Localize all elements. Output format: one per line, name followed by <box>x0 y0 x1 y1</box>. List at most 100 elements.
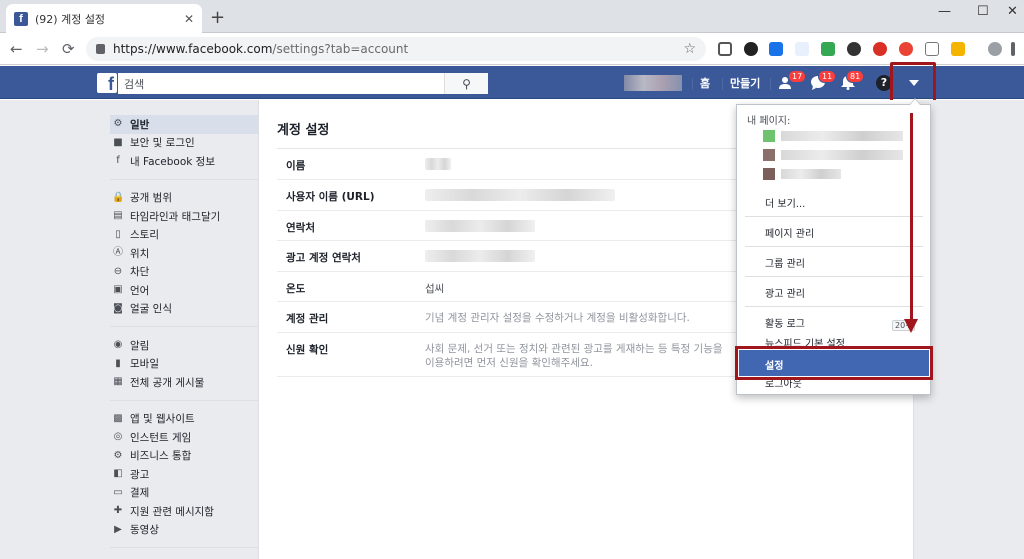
menu-item-settings-label: 설정 <box>765 361 784 372</box>
image-extension-icon[interactable] <box>951 42 965 56</box>
close-window-button[interactable]: ✕ <box>1007 4 1018 19</box>
videos-icon: ▶ <box>114 523 122 535</box>
sidebar-item-payments[interactable]: ▭ 결제 <box>110 484 258 503</box>
notifications-badge: 81 <box>846 70 865 83</box>
pocket-extension-icon[interactable] <box>718 42 732 56</box>
download-extension-icon[interactable] <box>744 42 758 56</box>
create-link[interactable]: 만들기 <box>730 75 760 91</box>
sidebar-item-privacy[interactable]: 🔒 공개 범위 <box>110 189 258 208</box>
setting-row-contact[interactable]: 연락처 <box>277 211 737 241</box>
annotation-arrow-head <box>904 319 918 333</box>
mobile-icon: ▮ <box>115 357 121 369</box>
profile-link[interactable] <box>624 75 682 91</box>
sidebar-item-public-posts[interactable]: ▦ 전체 공개 게시물 <box>110 373 258 392</box>
compass-extension-icon[interactable] <box>899 42 913 56</box>
sidebar-item-label: 일반 <box>130 118 150 131</box>
sidebar-item-label: 내 Facebook 정보 <box>130 155 215 168</box>
sidebar-item-label: 위치 <box>130 247 150 260</box>
sidebar-item-stories[interactable]: ▯ 스토리 <box>110 226 258 245</box>
setting-row-identity-confirmation[interactable]: 신원 확인 사회 문제, 선거 또는 정치와 관련된 광고를 게재하는 등 특정… <box>277 333 737 377</box>
page-link[interactable] <box>763 128 903 143</box>
home-link[interactable]: 홈 <box>700 75 710 91</box>
forward-button[interactable]: → <box>36 40 49 58</box>
sidebar-item-blocking[interactable]: ⊖ 차단 <box>110 263 258 282</box>
menu-divider <box>745 246 923 247</box>
sidebar-group: 🔒 공개 범위 ▤ 타임라인과 태그달기 ▯ 스토리 Ⓐ 위치 ⊖ 차단 ▣ 언어 ◙ 얼굴 인식 <box>110 189 258 327</box>
sidebar-item-mobile[interactable]: ▮ 모바일 <box>110 355 258 374</box>
business-integrations-icon: ⚙ <box>113 449 123 461</box>
sidebar-item-security[interactable]: ■ 보안 및 로그인 <box>110 134 258 153</box>
your-info-icon: f <box>116 155 120 167</box>
sidebar-item-instant-games[interactable]: ◎ 인스턴트 게임 <box>110 428 258 447</box>
row-label: 계정 관리 <box>286 313 329 325</box>
sidebar-item-label: 비즈니스 통합 <box>130 450 192 463</box>
see-more-pages-link[interactable]: 더 보기... <box>765 195 805 210</box>
translate-extension-icon[interactable] <box>795 42 809 56</box>
row-label: 사용자 이름 (URL) <box>286 191 375 203</box>
url-field[interactable]: https://www.facebook.com/settings?tab=ac… <box>86 37 706 61</box>
menu-pointer <box>910 99 920 105</box>
page-link[interactable] <box>763 147 903 162</box>
block-extension-icon[interactable] <box>873 42 887 56</box>
row-value-redacted <box>425 250 535 265</box>
row-value-redacted <box>425 158 451 173</box>
sidebar-item-face-recognition[interactable]: ◙ 얼굴 인식 <box>110 300 258 319</box>
menu-item-manage-pages[interactable]: 페이지 관리 <box>765 225 814 240</box>
sidebar-item-location[interactable]: Ⓐ 위치 <box>110 244 258 263</box>
sidebar-item-notifications[interactable]: ◉ 알림 <box>110 336 258 355</box>
menu-item-settings[interactable]: 설정 <box>739 350 929 376</box>
nav-divider <box>722 78 723 90</box>
sidebar-item-ads[interactable]: ◧ 광고 <box>110 465 258 484</box>
stories-icon: ▯ <box>115 228 121 240</box>
setting-row-temperature[interactable]: 온도 섭씨 <box>277 272 737 302</box>
bookmark-star-icon[interactable]: ☆ <box>683 41 696 57</box>
setting-row-name[interactable]: 이름 <box>277 149 737 180</box>
menu-item-ads-manager[interactable]: 광고 관리 <box>765 285 805 300</box>
save-extension-icon[interactable] <box>769 42 783 56</box>
browser-menu-icon[interactable] <box>1011 42 1015 56</box>
menu-item-manage-groups[interactable]: 그룹 관리 <box>765 255 805 270</box>
tab-close-icon[interactable]: ✕ <box>184 12 194 26</box>
row-label: 이름 <box>286 160 306 172</box>
maximize-button[interactable]: ☐ <box>977 4 989 19</box>
page-link[interactable] <box>763 166 903 181</box>
row-label: 온도 <box>286 283 306 295</box>
browser-tab[interactable]: f (92) 계정 설정 ✕ <box>6 4 202 33</box>
row-value: 기념 계정 관리자 설정을 수정하거나 계정을 비활성화합니다. <box>425 312 690 324</box>
browser-tab-bar: f (92) 계정 설정 ✕ + — ☐ ✕ <box>0 0 1024 33</box>
sidebar-item-language[interactable]: ▣ 언어 <box>110 281 258 300</box>
menu-item-activity-log[interactable]: 활동 로그 <box>765 315 805 330</box>
facebook-search-input[interactable]: 검색 ⚲ <box>118 73 488 94</box>
sidebar-item-timeline[interactable]: ▤ 타임라인과 태그달기 <box>110 207 258 226</box>
shield-extension-icon[interactable] <box>821 42 835 56</box>
sidebar-item-apps[interactable]: ▩ 앱 및 웹사이트 <box>110 410 258 429</box>
sidebar-item-your-info[interactable]: f 내 Facebook 정보 <box>110 152 258 171</box>
setting-row-username[interactable]: 사용자 이름 (URL) <box>277 180 737 211</box>
sidebar-item-videos[interactable]: ▶ 동영상 <box>110 521 258 540</box>
new-tab-button[interactable]: + <box>210 7 225 28</box>
profile-avatar[interactable] <box>988 42 1002 56</box>
window-extension-icon[interactable] <box>925 42 939 56</box>
sidebar-item-support-inbox[interactable]: ✚ 지원 관련 메시지함 <box>110 502 258 521</box>
search-placeholder: 검색 <box>124 77 145 91</box>
setting-row-manage-account[interactable]: 계정 관리 기념 계정 관리자 설정을 수정하거나 계정을 비활성화합니다. <box>277 302 737 333</box>
sidebar-item-general[interactable]: ⚙ 일반 <box>110 115 258 134</box>
minimize-button[interactable]: — <box>938 4 951 19</box>
settings-highlight-frame: 설정 <box>735 346 933 380</box>
sidebar-item-label: 스토리 <box>130 229 159 242</box>
sidebar-item-business-integrations[interactable]: ⚙ 비즈니스 통합 <box>110 447 258 466</box>
sidebar-group: ⚙ 일반 ■ 보안 및 로그인 f 내 Facebook 정보 <box>110 115 258 180</box>
search-icon[interactable]: ⚲ <box>444 73 488 94</box>
payments-icon: ▭ <box>113 486 123 498</box>
sidebar-item-label: 광고 <box>130 468 150 481</box>
facebook-logo[interactable]: f <box>97 73 117 94</box>
blocking-icon: ⊖ <box>113 265 123 277</box>
setting-row-ad-account-contact[interactable]: 광고 계정 연락처 <box>277 241 737 272</box>
reload-button[interactable]: ⟳ <box>62 40 75 58</box>
row-label: 광고 계정 연락처 <box>286 252 361 264</box>
account-menu-button[interactable] <box>890 62 936 103</box>
facebook-top-bar: f 검색 ⚲ 홈 만들기 17 11 81 ? <box>0 66 1024 99</box>
back-button[interactable]: ← <box>10 40 23 58</box>
dark-extension-icon[interactable] <box>847 42 861 56</box>
sidebar-group: ◉ 알림 ▮ 모바일 ▦ 전체 공개 게시물 <box>110 336 258 401</box>
